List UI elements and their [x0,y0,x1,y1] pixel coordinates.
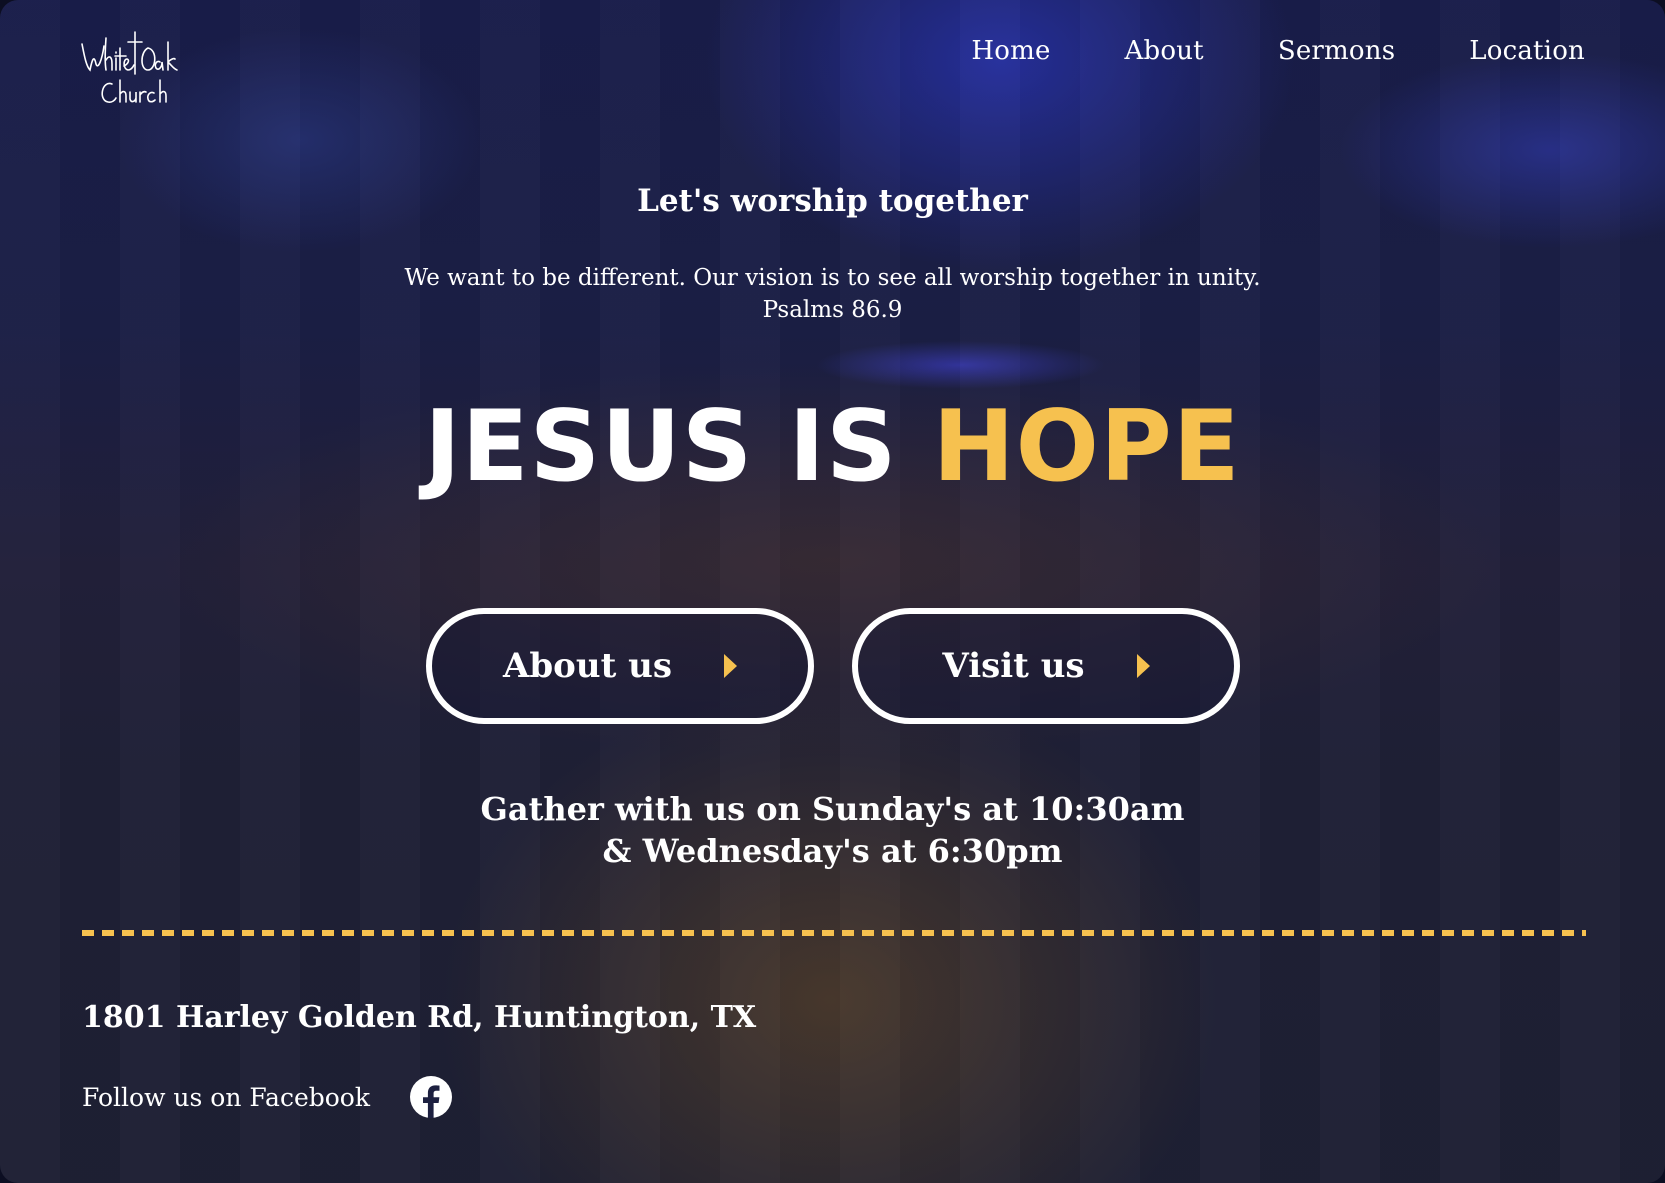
dashed-divider [82,930,1586,936]
service-schedule: Gather with us on Sunday's at 10:30am & … [0,788,1665,872]
visit-us-label: Visit us [942,646,1085,686]
headline-accent: HOPE [932,390,1241,504]
main-nav: Home About Sermons Location [971,36,1585,66]
nav-location[interactable]: Location [1469,36,1585,66]
schedule-line-sunday: Gather with us on Sunday's at 10:30am [480,790,1185,828]
hero-tagline: Let's worship together [637,183,1028,219]
hero-headline: JESUS IS HOPE [0,392,1665,502]
hero-vision: We want to be different. Our vision is t… [0,262,1665,326]
follow-facebook-text: Follow us on Facebook [82,1082,371,1112]
caret-right-icon [723,654,737,678]
about-us-button[interactable]: About us [426,608,814,724]
church-logo[interactable] [78,24,188,114]
page: Home About Sermons Location Let's worshi… [0,0,1665,1183]
headline-main: JESUS IS [424,390,898,504]
about-us-label: About us [503,646,672,686]
social-row: Follow us on Facebook [82,1076,453,1118]
vision-verse: Psalms 86.9 [762,297,903,323]
visit-us-button[interactable]: Visit us [852,608,1240,724]
caret-right-icon [1136,654,1150,678]
facebook-icon[interactable] [410,1076,453,1118]
vision-text: We want to be different. Our vision is t… [404,265,1261,291]
nav-sermons[interactable]: Sermons [1278,36,1395,66]
church-address: 1801 Harley Golden Rd, Huntington, TX [82,1000,757,1035]
nav-home[interactable]: Home [971,36,1050,66]
logo-mark [81,31,178,103]
nav-about[interactable]: About [1125,36,1204,66]
schedule-line-wednesday: & Wednesday's at 6:30pm [602,832,1063,870]
content-layer: Home About Sermons Location Let's worshi… [0,0,1665,1183]
